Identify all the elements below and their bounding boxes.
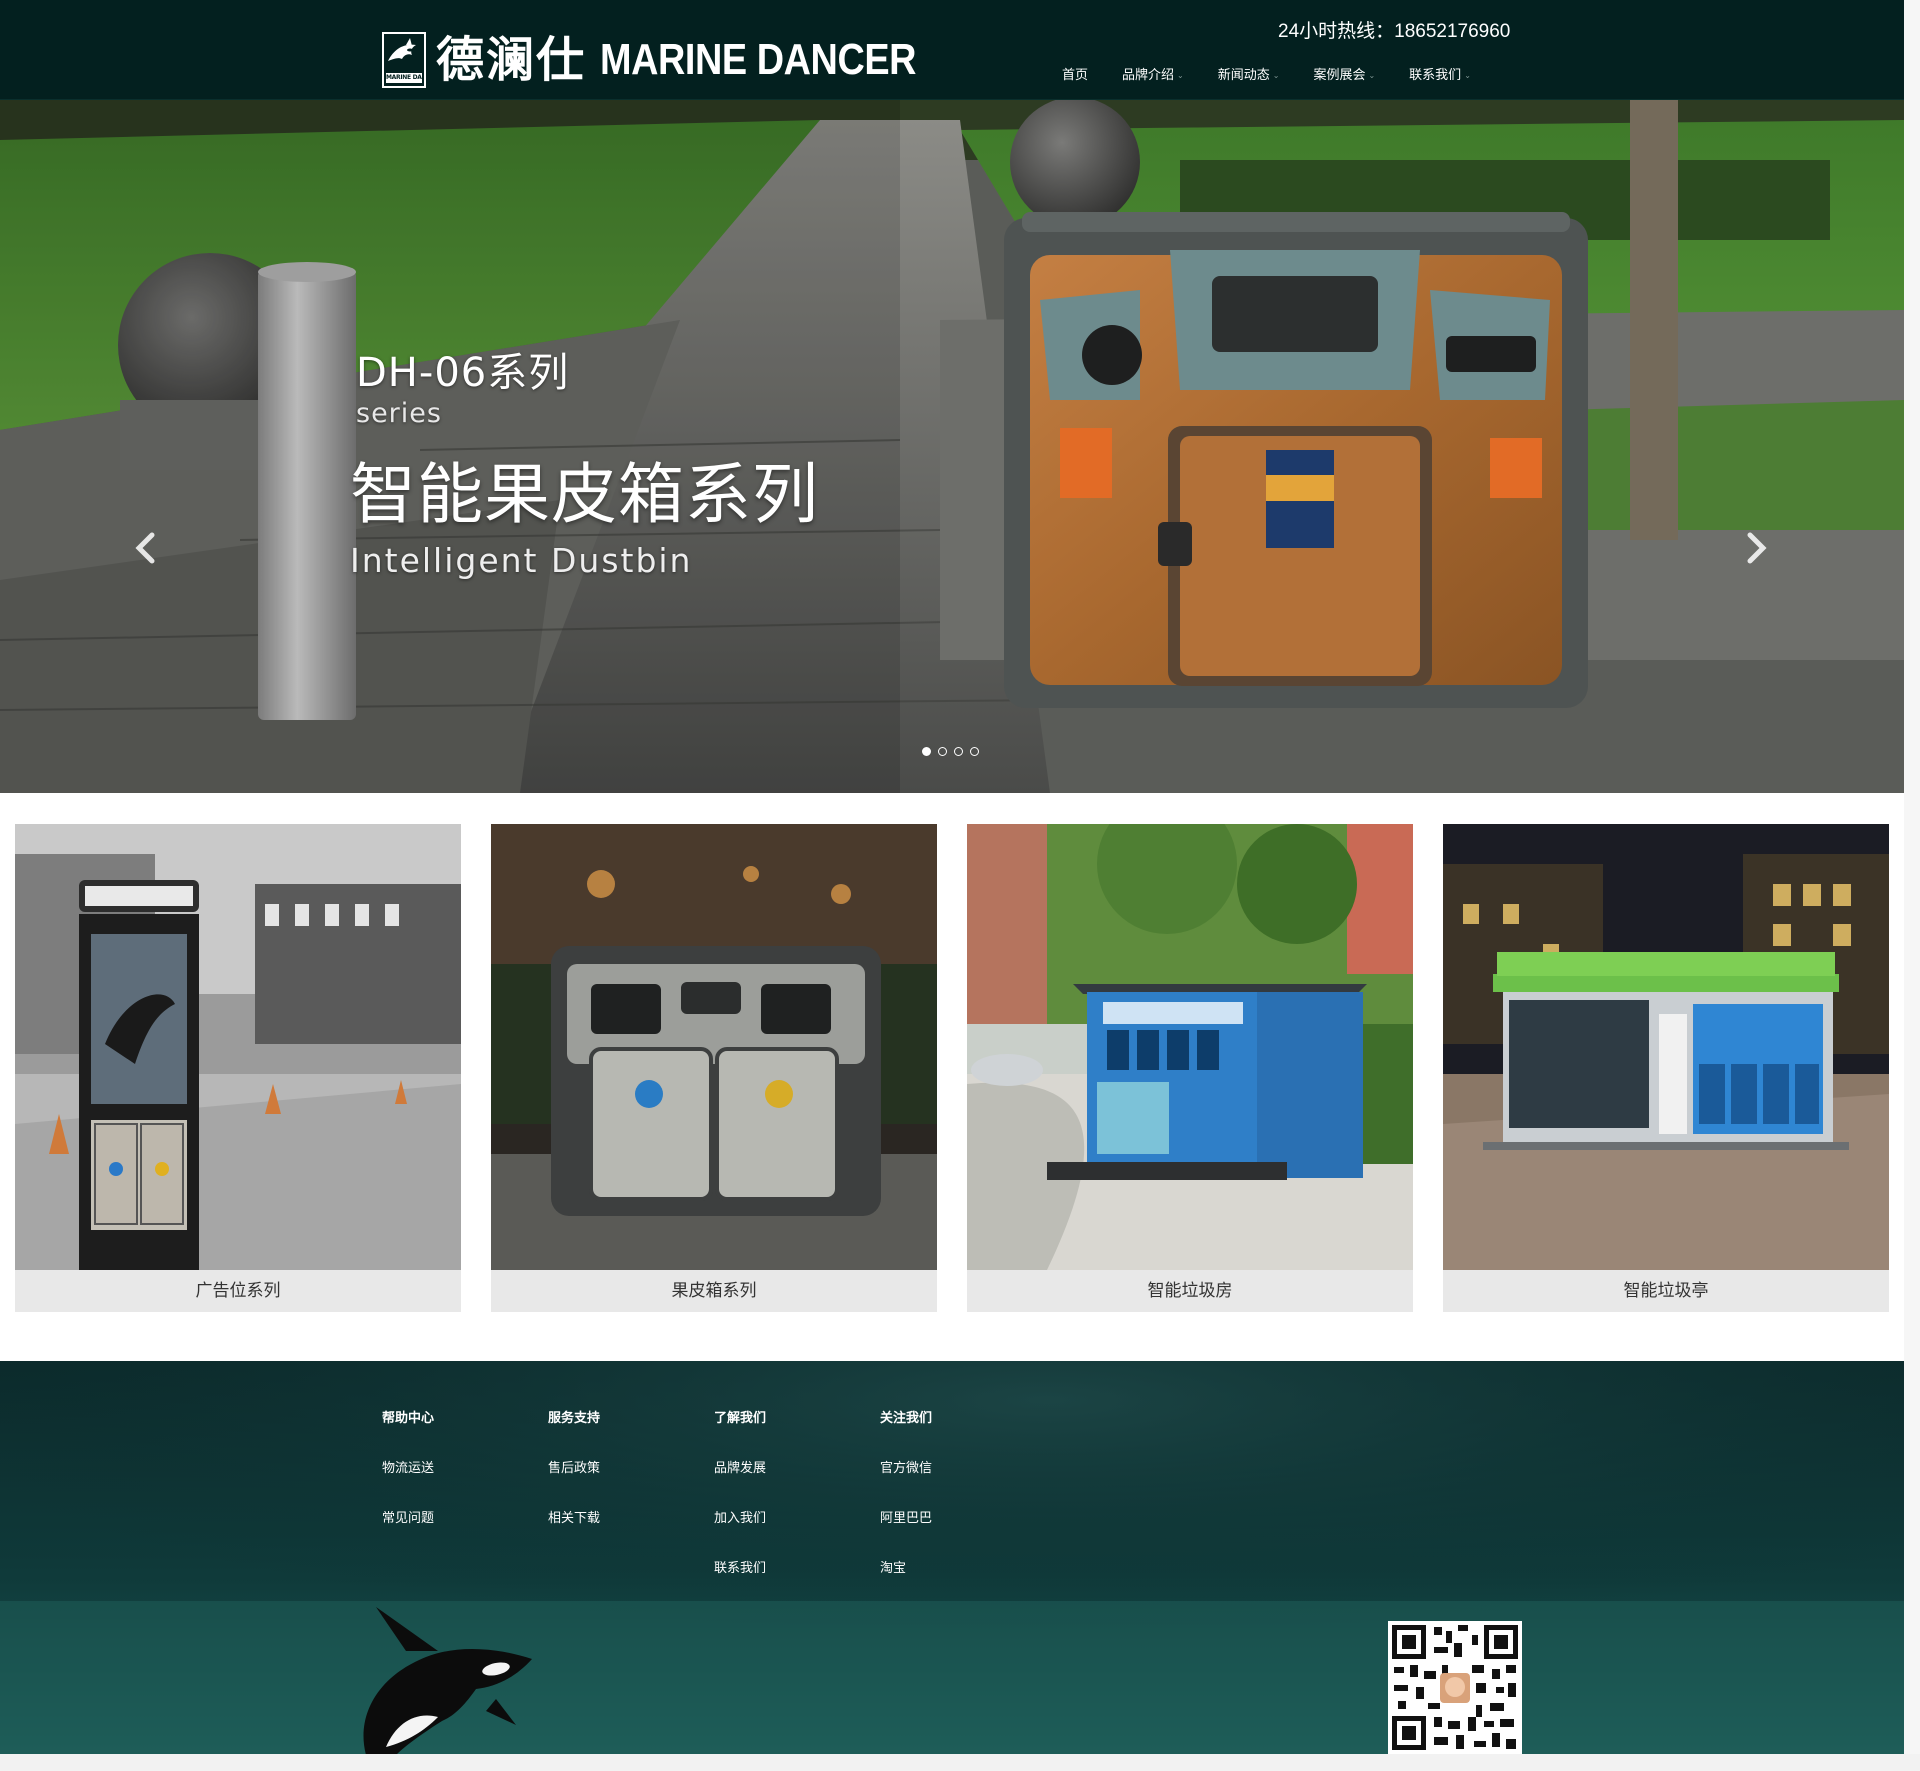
brand-logo[interactable]: MARINE DANCER 德澜仕 MARINE DANCER (382, 30, 968, 90)
product-card-label: 广告位系列 (195, 1281, 281, 1301)
nav-item-news[interactable]: 新闻动态 ⌄ (1218, 64, 1280, 83)
hero-title-english: Intelligent Dustbin (350, 541, 693, 580)
footer-link-faq[interactable]: 常见问题 (382, 1507, 548, 1557)
site-footer: 帮助中心 物流运送 常见问题 服务支持 售后政策 相关下载 了解我们 品牌发展 … (0, 1361, 1904, 1754)
hotline-text: 24小时热线：18652176960 (1278, 21, 1511, 42)
footer-column-support: 服务支持 售后政策 相关下载 (548, 1407, 714, 1607)
main-nav: 首页 品牌介绍 ⌄ 新闻动态 ⌄ 案例展会 ⌄ 联系我们 ⌄ (1062, 64, 1505, 83)
footer-link-after-sales[interactable]: 售后政策 (548, 1457, 714, 1507)
nav-item-contact[interactable]: 联系我们 ⌄ (1409, 64, 1471, 83)
footer-link-downloads[interactable]: 相关下载 (548, 1507, 714, 1557)
logo-badge-text: MARINE DANCER (386, 73, 422, 83)
footer-link-logistics[interactable]: 物流运送 (382, 1457, 548, 1507)
nav-item-label: 首页 (1062, 68, 1089, 83)
product-card-ad-position[interactable]: 广告位系列 (15, 824, 461, 1312)
product-card-label: 智能垃圾亭 (1623, 1281, 1709, 1301)
logo-english-name: MARINE DANCER (600, 35, 917, 84)
page-bottom-strip (0, 1754, 1920, 1771)
footer-link-columns: 帮助中心 物流运送 常见问题 服务支持 售后政策 相关下载 了解我们 品牌发展 … (382, 1407, 1046, 1607)
footer-link-brand-development[interactable]: 品牌发展 (714, 1457, 880, 1507)
carousel-prev-button[interactable] (130, 528, 160, 568)
footer-link-alibaba[interactable]: 阿里巴巴 (880, 1507, 1046, 1557)
product-image (1443, 824, 1889, 1270)
carousel-dot[interactable] (954, 747, 963, 756)
chevron-down-icon: ⌄ (1464, 71, 1471, 80)
footer-column-title: 服务支持 (548, 1411, 601, 1426)
hero-series-subtitle: series (356, 398, 442, 429)
nav-item-label: 品牌介绍 (1122, 68, 1175, 83)
footer-link-contact-us[interactable]: 联系我们 (714, 1557, 880, 1607)
chevron-down-icon: ⌄ (1368, 71, 1376, 80)
footer-link-join-us[interactable]: 加入我们 (714, 1507, 880, 1557)
product-image (491, 824, 937, 1270)
footer-column-about: 了解我们 品牌发展 加入我们 联系我们 (714, 1407, 880, 1607)
wechat-qr-code (1388, 1621, 1522, 1754)
carousel-dot[interactable] (922, 747, 931, 756)
carousel-dot[interactable] (970, 747, 979, 756)
nav-item-label: 案例展会 (1313, 68, 1366, 83)
product-card-label: 果皮箱系列 (671, 1281, 757, 1301)
carousel-next-button[interactable] (1742, 528, 1772, 568)
carousel-dot[interactable] (938, 747, 947, 756)
product-card-label: 智能垃圾房 (1147, 1281, 1233, 1301)
chevron-left-icon (135, 532, 155, 564)
footer-column-title: 了解我们 (714, 1411, 767, 1426)
product-card-smart-garbage-kiosk[interactable]: 智能垃圾亭 (1443, 824, 1889, 1312)
footer-column-follow: 关注我们 官方微信 阿里巴巴 淘宝 (880, 1407, 1046, 1607)
nav-item-home[interactable]: 首页 (1062, 64, 1088, 83)
footer-column-help: 帮助中心 物流运送 常见问题 (382, 1407, 548, 1607)
chevron-right-icon (1747, 532, 1767, 564)
hero-title: 智能果皮箱系列 (350, 456, 819, 533)
site-header: MARINE DANCER 德澜仕 MARINE DANCER 24小时热线：1… (0, 0, 1904, 100)
footer-link-taobao[interactable]: 淘宝 (880, 1557, 1046, 1607)
chevron-down-icon: ⌄ (1177, 71, 1184, 80)
hero-carousel[interactable]: DH-06系列 series 智能果皮箱系列 Intelligent Dustb… (0, 100, 1904, 793)
product-card-dustbin[interactable]: 果皮箱系列 (491, 824, 937, 1312)
orca-illustration (363, 1607, 532, 1754)
hero-background-image (0, 100, 1904, 793)
nav-item-label: 新闻动态 (1217, 68, 1270, 83)
product-image (967, 824, 1413, 1270)
qr-code-icon (1388, 1621, 1522, 1754)
product-card-smart-garbage-room[interactable]: 智能垃圾房 (967, 824, 1413, 1312)
orca-icon (388, 38, 416, 61)
hero-caption: DH-06系列 series 智能果皮箱系列 Intelligent Dustb… (350, 340, 819, 580)
product-image (15, 824, 461, 1270)
footer-link-wechat[interactable]: 官方微信 (880, 1457, 1046, 1507)
logo-chinese-name: 德澜仕 (436, 32, 587, 88)
footer-column-title: 关注我们 (880, 1411, 933, 1426)
scrollbar-track[interactable] (1904, 0, 1920, 1754)
footer-column-title: 帮助中心 (382, 1411, 435, 1426)
nav-item-brand[interactable]: 品牌介绍 ⌄ (1122, 64, 1184, 83)
hero-series-title: DH-06系列 (356, 350, 570, 396)
nav-item-cases[interactable]: 案例展会 ⌄ (1313, 64, 1375, 83)
nav-item-label: 联系我们 (1409, 68, 1462, 83)
product-grid: 广告位系列 果皮箱系列 智能垃圾房 智能垃圾亭 (15, 824, 1889, 1312)
carousel-indicators (922, 747, 986, 756)
chevron-down-icon: ⌄ (1272, 71, 1280, 80)
orca-logo-badge: MARINE DANCER (382, 32, 426, 88)
